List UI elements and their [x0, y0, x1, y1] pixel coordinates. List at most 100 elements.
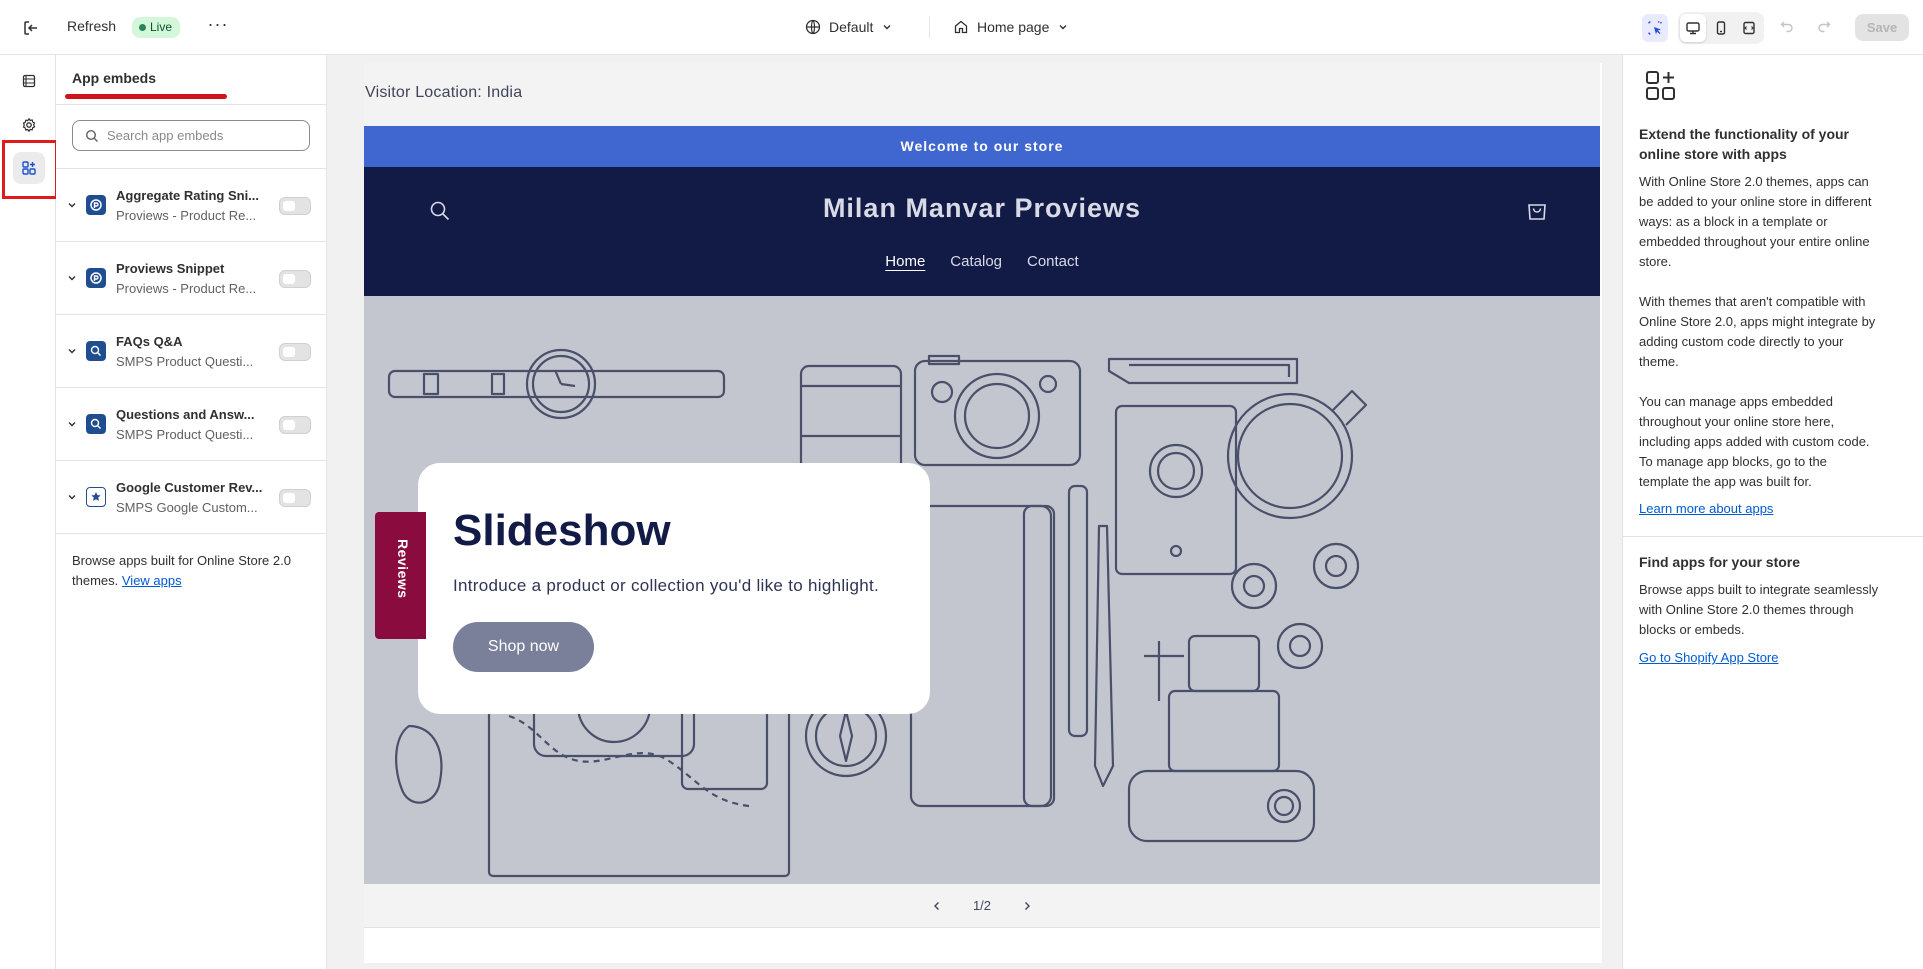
proviews-icon — [86, 268, 106, 288]
view-apps-link[interactable]: View apps — [122, 573, 182, 588]
embed-item-aggregate-rating[interactable]: Aggregate Rating Sni... Proviews - Produ… — [56, 169, 326, 242]
slideshow-controls: 1/2 — [364, 884, 1600, 928]
embed-app-name: SMPS Product Questi... — [116, 427, 254, 442]
proviews-icon — [86, 195, 106, 215]
chevron-down-icon[interactable] — [66, 345, 78, 357]
embed-name: Proviews Snippet — [116, 261, 225, 276]
topbar-divider — [929, 16, 930, 38]
fullwidth-icon — [1743, 21, 1755, 35]
slide-title: Slideshow — [453, 506, 671, 555]
page-selector[interactable]: Home page — [953, 15, 1069, 39]
store-nav: Home Catalog Contact — [364, 253, 1600, 270]
globe-icon — [805, 19, 821, 35]
embed-app-name: SMPS Product Questi... — [116, 354, 254, 369]
slideshow-hero: Slideshow Introduce a product or collect… — [364, 296, 1600, 884]
search-input[interactable] — [107, 128, 297, 143]
page-label: Home page — [977, 19, 1050, 35]
chevron-down-icon[interactable] — [66, 272, 78, 284]
app-embeds-panel: App embeds Aggregate Rating Sni... Provi… — [56, 55, 326, 969]
slideshow-card: Slideshow Introduce a product or collect… — [418, 463, 930, 714]
chevron-left-icon[interactable] — [931, 900, 943, 912]
device-switcher — [1678, 12, 1764, 44]
embed-name: Aggregate Rating Sni... — [116, 188, 260, 203]
cursor-select-icon — [1648, 21, 1662, 35]
embed-item-faqs-qa[interactable]: FAQs Q&A SMPS Product Questi... — [56, 315, 326, 388]
smps-qa-icon — [86, 341, 106, 361]
chevron-right-icon[interactable] — [1021, 900, 1033, 912]
nav-link-contact[interactable]: Contact — [1027, 253, 1079, 270]
mobile-icon — [1716, 21, 1726, 35]
top-bar: Refresh Live ··· Default Home page Save — [0, 0, 1923, 55]
embed-toggle[interactable] — [279, 489, 311, 507]
divider — [1623, 536, 1923, 537]
store-name[interactable]: Milan Manvar Proviews — [364, 193, 1600, 224]
sections-icon — [22, 74, 36, 88]
info-heading: Extend the functionality of your online … — [1639, 126, 1850, 162]
redo-icon[interactable] — [1813, 17, 1835, 39]
smps-qa-icon — [86, 414, 106, 434]
reviews-floating-tab[interactable]: Reviews — [375, 512, 426, 639]
find-apps-heading: Find apps for your store — [1639, 554, 1801, 570]
highlight-underline — [65, 94, 227, 99]
reviews-tab-label: Reviews — [395, 539, 411, 599]
panel-resize-gutter — [326, 55, 356, 969]
nav-link-home[interactable]: Home — [885, 253, 925, 270]
gear-icon — [22, 117, 36, 133]
learn-more-apps-link[interactable]: Learn more about apps — [1639, 501, 1773, 516]
slide-text: Introduce a product or collection you'd … — [453, 576, 880, 595]
embed-app-name: Proviews - Product Re... — [116, 281, 257, 296]
divider — [56, 104, 326, 105]
search-icon — [85, 129, 98, 142]
info-paragraph: Browse apps built to integrate seamlessl… — [1639, 582, 1879, 637]
embed-toggle[interactable] — [279, 270, 311, 288]
embed-toggle[interactable] — [279, 197, 311, 215]
save-button[interactable]: Save — [1855, 14, 1909, 41]
sections-nav-button[interactable] — [13, 65, 45, 97]
editor-tools — [1642, 12, 1764, 44]
more-actions-button[interactable]: ··· — [207, 15, 229, 38]
shop-now-button[interactable]: Shop now — [453, 622, 594, 672]
embed-name: Google Customer Rev... — [116, 480, 263, 495]
embed-item-proviews-snippet[interactable]: Proviews Snippet Proviews - Product Re..… — [56, 242, 326, 315]
highlight-annotation-box — [2, 140, 58, 199]
preview-scrollbar[interactable] — [1602, 63, 1604, 963]
undo-icon[interactable] — [1776, 17, 1798, 39]
inspector-toggle[interactable] — [1642, 14, 1668, 42]
info-paragraph: With themes that aren't compatible with … — [1639, 294, 1876, 369]
embed-name: Questions and Answ... — [116, 407, 255, 422]
search-field[interactable] — [72, 120, 310, 151]
chevron-down-icon — [1059, 25, 1067, 30]
desktop-view-button[interactable] — [1680, 14, 1706, 42]
chevron-down-icon[interactable] — [66, 491, 78, 503]
right-info-panel: Extend the functionality of your online … — [1622, 55, 1923, 969]
embed-app-name: SMPS Google Custom... — [116, 500, 258, 515]
chevron-down-icon — [883, 25, 891, 30]
fullscreen-view-button[interactable] — [1736, 14, 1762, 42]
browse-apps-text: Browse apps built for Online Store 2.0 t… — [72, 551, 312, 591]
embed-item-questions-answers[interactable]: Questions and Answ... SMPS Product Quest… — [56, 388, 326, 461]
home-icon — [954, 20, 968, 34]
embed-name: FAQs Q&A — [116, 334, 183, 349]
theme-selector[interactable]: Default — [805, 15, 893, 39]
google-review-star-icon — [86, 487, 106, 507]
app-embed-icon — [1646, 71, 1675, 100]
embed-toggle[interactable] — [279, 416, 311, 434]
mobile-view-button[interactable] — [1708, 14, 1734, 42]
exit-icon[interactable] — [18, 15, 44, 41]
chevron-down-icon[interactable] — [66, 199, 78, 211]
store-preview-frame[interactable]: Visitor Location: India Welcome to our s… — [364, 63, 1604, 963]
info-paragraph: With Online Store 2.0 themes, apps can b… — [1639, 174, 1872, 269]
announcement-bar: Welcome to our store — [364, 126, 1600, 167]
cart-icon[interactable] — [1524, 197, 1550, 223]
chevron-down-icon[interactable] — [66, 418, 78, 430]
live-status-badge: Live — [132, 17, 181, 38]
theme-settings-nav-button[interactable] — [13, 109, 45, 141]
info-paragraph: You can manage apps embedded throughout … — [1639, 394, 1870, 489]
refresh-button[interactable]: Refresh — [67, 18, 116, 34]
shopify-app-store-link[interactable]: Go to Shopify App Store — [1639, 650, 1778, 665]
store-header: Milan Manvar Proviews Home Catalog Conta… — [364, 167, 1600, 296]
embed-item-google-customer-reviews[interactable]: Google Customer Rev... SMPS Google Custo… — [56, 461, 326, 534]
embed-toggle[interactable] — [279, 343, 311, 361]
panel-title: App embeds — [72, 70, 157, 86]
nav-link-catalog[interactable]: Catalog — [950, 253, 1002, 270]
